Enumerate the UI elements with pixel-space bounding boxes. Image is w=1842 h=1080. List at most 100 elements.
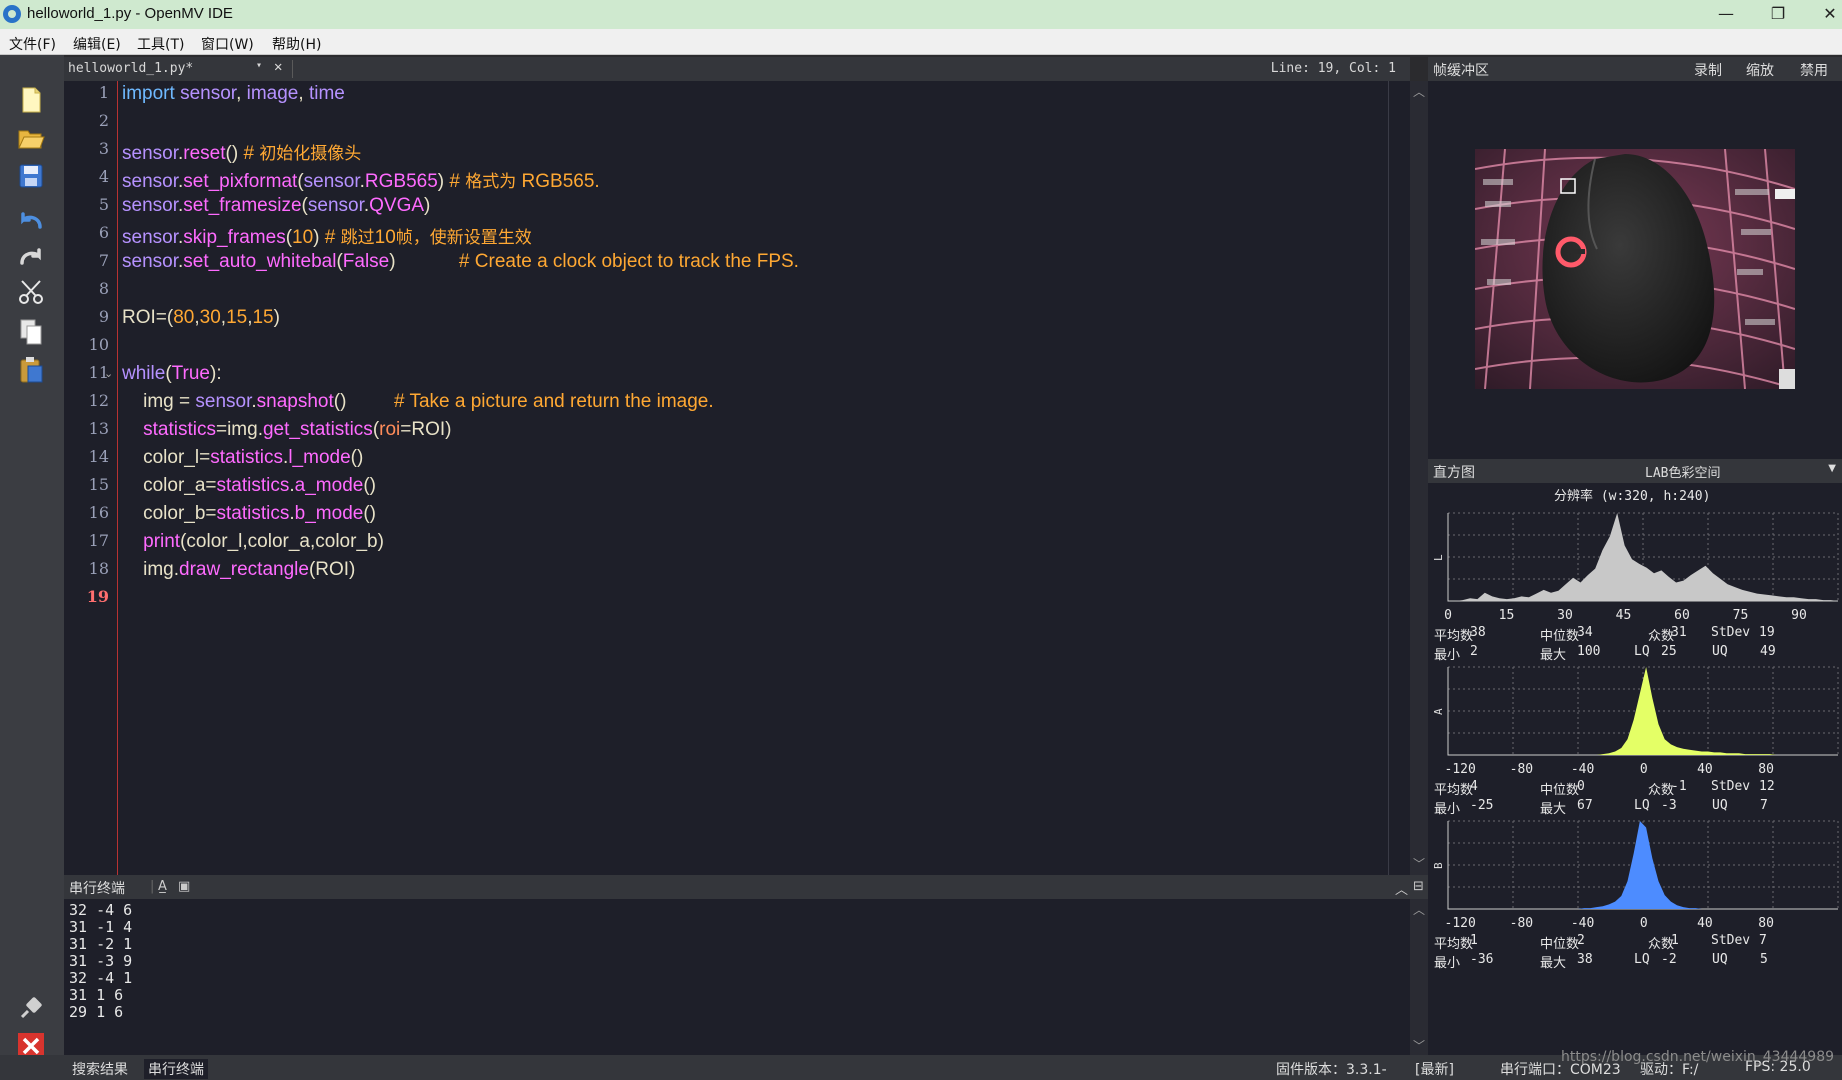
- code-token: time: [308, 83, 345, 104]
- tab-separator: [292, 60, 293, 78]
- editor-scrollbar[interactable]: ︿ ﹀: [1410, 81, 1428, 875]
- line-number: 12: [88, 391, 109, 410]
- code-line[interactable]: sensor.set_auto_whitebal(False) # Create…: [122, 251, 799, 279]
- close-terminal-icon[interactable]: ⊟: [1413, 879, 1424, 894]
- terminal-scrollbar[interactable]: ︿ ﹀: [1410, 899, 1428, 1055]
- tab-close-icon[interactable]: ✕: [274, 59, 282, 75]
- scroll-up-icon[interactable]: ︿: [1413, 901, 1425, 918]
- redo-icon[interactable]: [16, 241, 46, 271]
- code-token: color_a=: [122, 475, 217, 496]
- serial-terminal-tab[interactable]: 串行终端: [144, 1059, 208, 1079]
- code-line[interactable]: color_b=statistics.b_mode(): [122, 503, 376, 531]
- maximize-terminal-icon[interactable]: ︿: [1395, 879, 1408, 898]
- stat-mean-label: 平均数: [1434, 937, 1474, 952]
- scroll-down-icon[interactable]: ﹀: [1413, 1037, 1425, 1054]
- x-tick-label: 30: [1557, 608, 1573, 623]
- menu-tools[interactable]: 工具(T): [137, 34, 184, 54]
- code-line[interactable]: color_a=statistics.a_mode(): [122, 475, 376, 503]
- channel-label: A: [1432, 708, 1445, 715]
- line-number: 6: [98, 223, 109, 242]
- code-token: sensor: [122, 195, 178, 216]
- restore-button[interactable]: ❐: [1752, 0, 1804, 29]
- code-token: ROI: [122, 307, 156, 328]
- x-tick-label: 90: [1791, 608, 1807, 623]
- text-settings-icon[interactable]: A̲: [158, 879, 167, 894]
- stat-mode: -1: [1671, 779, 1687, 794]
- x-tick-label: 0: [1640, 916, 1648, 931]
- code-line[interactable]: color_l=statistics.l_mode(): [122, 447, 363, 475]
- file-tab[interactable]: helloworld_1.py*: [68, 61, 193, 76]
- code-line[interactable]: import sensor, image, time: [122, 83, 345, 111]
- code-token: img =: [122, 391, 196, 412]
- right-margin-line: [1388, 81, 1389, 875]
- code-token: (ROI): [308, 559, 356, 580]
- stat-uq: 49: [1760, 644, 1776, 659]
- minimize-button[interactable]: —: [1700, 0, 1752, 29]
- code-line[interactable]: statistics=img.get_statistics(roi=ROI): [122, 419, 451, 447]
- scroll-down-icon[interactable]: ﹀: [1413, 855, 1425, 872]
- copy-icon[interactable]: [16, 317, 46, 347]
- x-tick-label: -40: [1571, 762, 1594, 777]
- code-line[interactable]: img.draw_rectangle(ROI): [122, 559, 355, 587]
- scroll-up-icon[interactable]: ︿: [1413, 83, 1425, 100]
- line-number: 3: [98, 139, 109, 158]
- chevron-down-icon[interactable]: ▼: [1828, 463, 1836, 474]
- code-token: 15: [252, 307, 274, 328]
- code-token: # Create a clock object to track the FPS…: [458, 251, 799, 272]
- new-file-icon[interactable]: [16, 85, 46, 115]
- code-line[interactable]: sensor.set_pixformat(sensor.RGB565) # 格式…: [122, 167, 600, 195]
- stat-mean: 38: [1470, 625, 1486, 640]
- framebuffer-header: 帧缓冲区 录制 缩放 禁用: [1428, 57, 1842, 81]
- histogram-header: 直方图 LAB色彩空间 ▼: [1428, 459, 1842, 483]
- line-number: 8: [98, 279, 109, 298]
- code-token: 30: [199, 307, 221, 328]
- code-area[interactable]: import sensor, image, time sensor.reset()…: [122, 81, 1382, 875]
- open-folder-icon[interactable]: [16, 123, 46, 153]
- code-token: ): [273, 307, 280, 328]
- serial-terminal-output[interactable]: 32 -4 6 31 -1 4 31 -2 1 31 -3 9 32 -4 1 31 1 …: [64, 899, 1410, 1055]
- code-line[interactable]: print(color_l,color_a,color_b): [122, 531, 384, 559]
- close-window-button[interactable]: ✕: [1804, 0, 1842, 29]
- openmv-logo-icon: [3, 5, 21, 23]
- color-space-select[interactable]: LAB色彩空间: [1645, 462, 1720, 481]
- openmv-ide-window: helloworld_1.py - OpenMV IDE — ❐ ✕ 文件(F)…: [0, 0, 1842, 1080]
- save-log-icon[interactable]: ▣: [178, 879, 190, 894]
- paste-icon[interactable]: [16, 355, 46, 385]
- menu-help[interactable]: 帮助(H): [272, 34, 321, 54]
- code-editor[interactable]: 1 2 3 4 5 6 7 8 9 10 11 12 13 14 15 16 17 18 19 ⌄ import se…: [64, 81, 1410, 875]
- code-token: False: [342, 251, 390, 272]
- menu-file[interactable]: 文件(F): [9, 34, 56, 54]
- record-button[interactable]: 录制: [1694, 60, 1722, 80]
- zoom-button[interactable]: 缩放: [1746, 60, 1774, 80]
- code-token: (): [363, 475, 376, 496]
- cut-icon[interactable]: [16, 277, 46, 307]
- channel-label: L: [1432, 554, 1445, 561]
- code-token: #: [324, 227, 341, 248]
- code-token: l_mode: [288, 447, 351, 468]
- code-token: print: [143, 531, 181, 552]
- code-token: =(: [155, 307, 174, 328]
- code-line[interactable]: ROI=(80,30,15,15): [122, 307, 280, 335]
- code-line[interactable]: sensor.skip_frames(10) # 跳过10帧，使新设置生效: [122, 223, 532, 251]
- menu-edit[interactable]: 编辑(E): [73, 34, 121, 54]
- connect-icon[interactable]: [16, 993, 46, 1023]
- disable-button[interactable]: 禁用: [1800, 60, 1828, 80]
- code-token: ): [389, 251, 459, 272]
- stat-median: 0: [1577, 779, 1585, 794]
- camera-frame-image: [1475, 149, 1795, 389]
- firmware-latest[interactable]: [最新]: [1415, 1059, 1454, 1079]
- save-icon[interactable]: [16, 161, 46, 191]
- stat-mode: 1: [1671, 933, 1679, 948]
- code-line[interactable]: sensor.set_framesize(sensor.QVGA): [122, 195, 430, 223]
- fold-marker-icon[interactable]: ⌄: [104, 367, 113, 380]
- camera-frame-svg: [1475, 149, 1795, 389]
- stat-median-label: 中位数: [1540, 937, 1580, 952]
- code-line[interactable]: sensor.reset() # 初始化摄像头: [122, 139, 361, 167]
- stat-min: 2: [1470, 644, 1478, 659]
- tab-dropdown-icon[interactable]: ▾: [256, 60, 262, 71]
- code-line[interactable]: img = sensor.snapshot() # Take a picture…: [122, 391, 714, 419]
- search-results-tab[interactable]: 搜索结果: [68, 1059, 132, 1079]
- code-line[interactable]: while(True):: [122, 363, 222, 391]
- menu-window[interactable]: 窗口(W): [201, 34, 254, 54]
- undo-icon[interactable]: [16, 205, 46, 235]
